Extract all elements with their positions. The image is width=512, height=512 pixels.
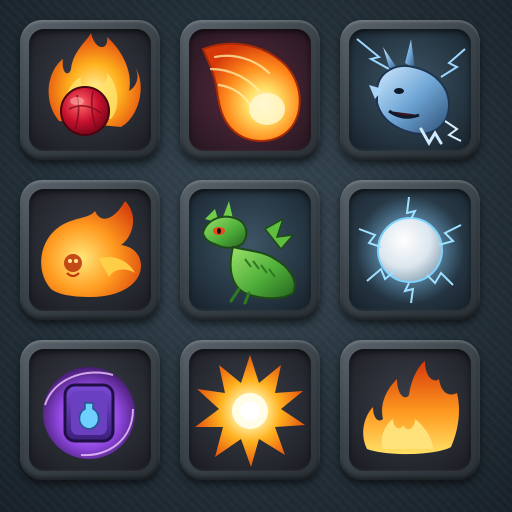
ice-lightning-dragon-icon: [356, 38, 466, 146]
flame-icon: [363, 361, 459, 455]
tile-ice-dragon[interactable]: [340, 20, 480, 160]
tile-flame[interactable]: [340, 340, 480, 480]
lightning-orb-icon: [356, 196, 464, 304]
tile-inner: [189, 29, 311, 151]
tile-inner: [189, 349, 311, 471]
tile-inner: [349, 349, 471, 471]
tile-lightning-orb[interactable]: [340, 180, 480, 320]
tile-inner: [349, 189, 471, 311]
tile-arcane-potion[interactable]: [20, 340, 160, 480]
tile-sun-burst[interactable]: [180, 340, 320, 480]
tile-inner: [29, 29, 151, 151]
tile-fireball[interactable]: [180, 20, 320, 160]
sun-burst-icon: [195, 355, 305, 467]
tile-inner: [29, 189, 151, 311]
tile-inner: [29, 349, 151, 471]
tile-green-dragon[interactable]: [180, 180, 320, 320]
icon-grid: [20, 20, 492, 492]
tile-flaming-red-orb[interactable]: [20, 20, 160, 160]
fire-spirit-icon: [41, 201, 141, 297]
tile-fire-spirit[interactable]: [20, 180, 160, 320]
fireball-icon: [201, 42, 301, 142]
flaming-red-orb-icon: [48, 33, 141, 136]
tile-inner: [349, 29, 471, 151]
green-dragon-icon: [201, 201, 296, 305]
tile-inner: [189, 189, 311, 311]
arcane-potion-icon: [43, 367, 135, 459]
